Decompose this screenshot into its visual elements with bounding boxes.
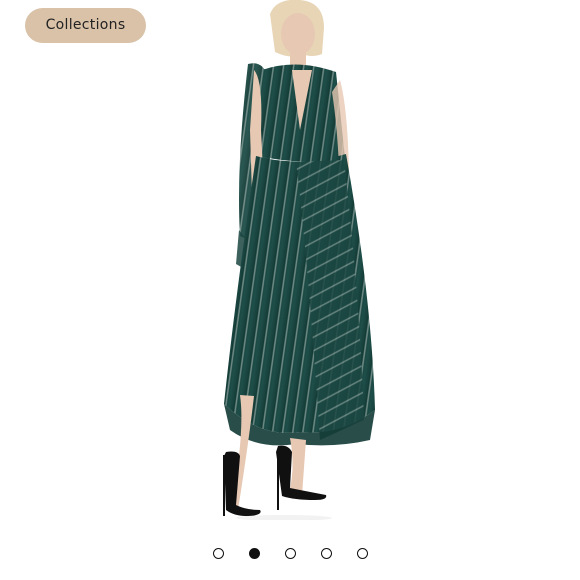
carousel-dot[interactable] — [320, 548, 332, 559]
product-image — [200, 0, 390, 520]
carousel-dots — [0, 548, 580, 564]
carousel-dot[interactable] — [212, 548, 224, 559]
carousel-dot[interactable] — [248, 548, 260, 559]
dress-photo-icon — [223, 0, 375, 520]
product-gallery-screen: Collections — [0, 0, 580, 580]
carousel-dot[interactable] — [284, 548, 296, 559]
carousel-dot[interactable] — [356, 548, 368, 559]
collections-button[interactable]: Collections — [25, 8, 146, 43]
